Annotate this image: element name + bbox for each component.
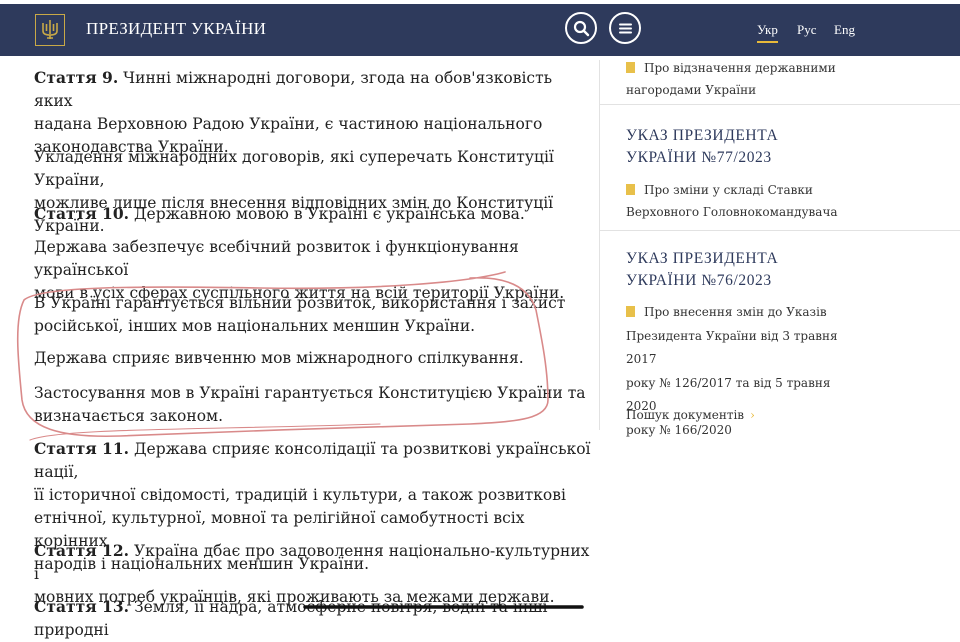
document-icon — [626, 306, 635, 317]
article-label: Стаття 9. — [34, 68, 119, 87]
sidebar-divider — [599, 60, 600, 430]
article-label: Стаття 11. — [34, 439, 130, 458]
document-icon — [626, 62, 635, 73]
text-line: її історичної свідомості, традицій і кул… — [34, 486, 566, 504]
link-text: Президента України від 3 травня 2017 — [626, 328, 838, 367]
link-text: Пошук документів — [626, 408, 745, 422]
link-text: Про зміни у складі Ставки — [644, 183, 813, 197]
document-icon — [626, 184, 635, 195]
decree-heading[interactable]: УКАЗ ПРЕЗИДЕНТА УКРАЇНИ №76/2023 — [626, 248, 926, 292]
text-line: Державною мовою в Україні є українська м… — [129, 205, 525, 223]
article-label: Стаття 12. — [34, 541, 130, 560]
decree-heading[interactable]: УКАЗ ПРЕЗИДЕНТА УКРАЇНИ №77/2023 — [626, 125, 926, 169]
sidebar-doc-link[interactable]: Про зміни у складі Ставки Верховного Гол… — [626, 179, 856, 223]
article-label: Стаття 10. — [34, 204, 130, 223]
heading-line: УКРАЇНИ №77/2023 — [626, 149, 772, 166]
link-text: Верховного Головнокомандувача — [626, 205, 838, 219]
link-text: нагородами України — [626, 83, 757, 97]
heading-line: УКАЗ ПРЕЗИДЕНТА — [626, 250, 779, 267]
divider — [599, 230, 960, 231]
text-line: визначається законом. — [34, 407, 224, 425]
article-13: Стаття 13. Земля, її надра, атмосферне п… — [34, 595, 594, 642]
text-line: Застосування мов в Україні гарантується … — [34, 384, 586, 402]
text-line: російської, інших мов національних менши… — [34, 317, 476, 335]
text-line: В Україні гарантується вільний розвиток,… — [34, 294, 566, 312]
article-label: Стаття 13. — [34, 597, 130, 616]
link-text: Про відзначення державними — [644, 61, 836, 75]
site-title[interactable]: ПРЕЗИДЕНТ УКРАЇНИ — [86, 19, 266, 39]
menu-button[interactable] — [609, 12, 641, 44]
paragraph: В Україні гарантується вільний розвиток,… — [34, 292, 594, 338]
site-header: ПРЕЗИДЕНТ УКРАЇНИ Укр Рус Eng — [0, 4, 960, 56]
search-icon — [573, 20, 590, 37]
article-10: Стаття 10. Державною мовою в Україні є у… — [34, 202, 594, 226]
heading-line: УКАЗ ПРЕЗИДЕНТА — [626, 127, 779, 144]
trident-logo-icon[interactable] — [35, 14, 65, 46]
text-line: надана Верховною Радою України, є частин… — [34, 115, 543, 133]
hamburger-icon — [619, 23, 632, 34]
sidebar-doc-link[interactable]: Про відзначення державними нагородами Ук… — [626, 57, 856, 101]
text-line: Держава забезпечує всебічний розвиток і … — [34, 238, 519, 279]
paragraph: Застосування мов в Україні гарантується … — [34, 382, 594, 428]
lang-eng[interactable]: Eng — [834, 22, 855, 38]
lang-ukr[interactable]: Укр — [757, 22, 778, 43]
search-documents-link[interactable]: Пошук документів › — [626, 408, 755, 422]
search-button[interactable] — [565, 12, 597, 44]
link-text: року № 166/2020 — [626, 422, 732, 437]
text-line: Укладення міжнародних договорів, які суп… — [34, 148, 554, 189]
chevron-right-icon: › — [750, 408, 755, 422]
divider — [599, 104, 960, 105]
link-text: Про внесення змін до Указів — [644, 305, 827, 319]
paragraph: Держава сприяє вивченню мов міжнародного… — [34, 347, 594, 370]
lang-rus[interactable]: Рус — [797, 22, 817, 38]
text-line: Держава сприяє вивченню мов міжнародного… — [34, 349, 524, 367]
heading-line: УКРАЇНИ №76/2023 — [626, 272, 772, 289]
